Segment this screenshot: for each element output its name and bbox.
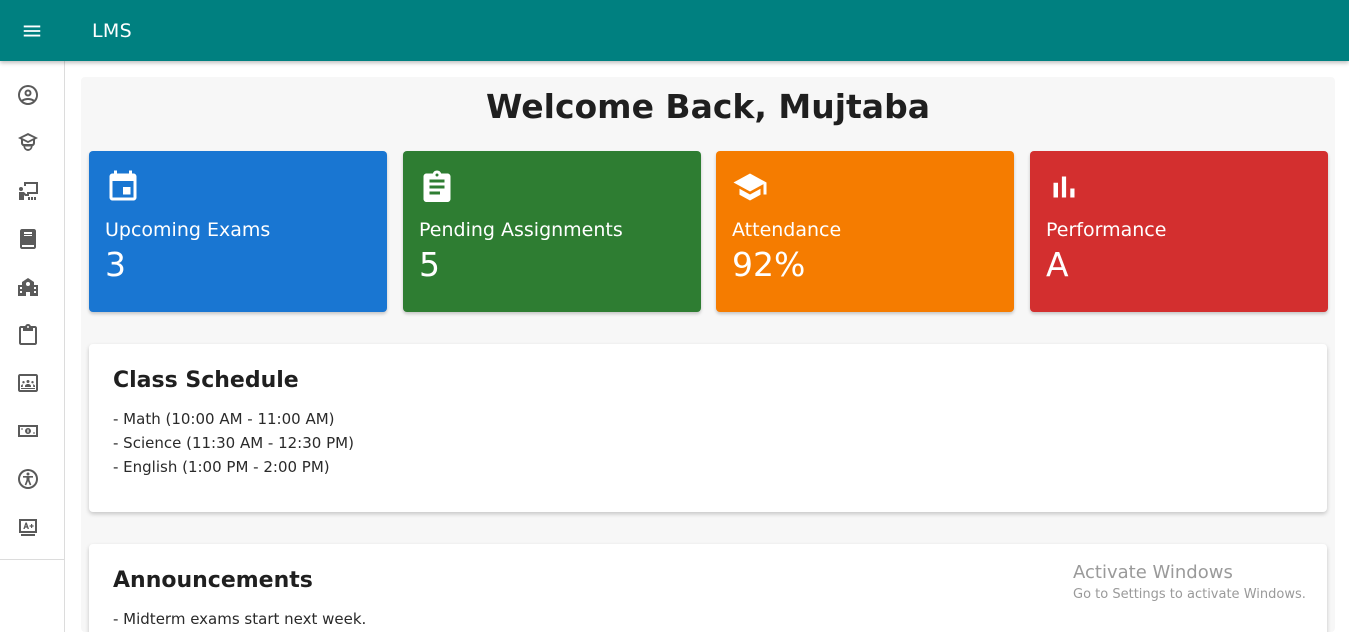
bar-chart-icon [1053, 176, 1075, 198]
stat-cards: Upcoming Exams 3 Pending Assignments 5 A… [89, 151, 1328, 312]
stat-label: Attendance [732, 219, 842, 241]
list-item: - English (1:00 PM - 2:00 PM) [113, 458, 330, 476]
stat-label: Pending Assignments [419, 219, 623, 241]
stat-label: Upcoming Exams [105, 219, 271, 241]
main-content: Welcome Back, Mujtaba Upcoming Exams 3 P… [81, 77, 1335, 632]
schedule-list: - Math (10:00 AM - 11:00 AM) - Science (… [113, 407, 1303, 479]
list-item: - Science (11:30 AM - 12:30 PM) [113, 434, 354, 452]
accessibility-icon [18, 469, 38, 489]
sidebar-item-assignments[interactable] [0, 311, 64, 359]
class-schedule-panel: Class Schedule - Math (10:00 AM - 11:00 … [89, 344, 1327, 512]
stat-value: 3 [105, 245, 126, 284]
school-icon [733, 173, 767, 201]
watermark-subtitle: Go to Settings to activate Windows. [1073, 587, 1306, 602]
assignment-icon [423, 170, 451, 202]
page-title: Welcome Back, Mujtaba [486, 87, 930, 126]
sidebar-item-grades[interactable] [0, 503, 64, 551]
menu-button[interactable] [0, 0, 64, 61]
announcement-list: - Midterm exams start next week. [113, 607, 1303, 631]
menu-icon [23, 25, 41, 36]
people-board-icon [18, 374, 38, 392]
sidebar-item-attendance[interactable] [0, 359, 64, 407]
watermark-title: Activate Windows [1073, 562, 1233, 583]
money-icon [18, 425, 38, 437]
book-icon [20, 229, 36, 249]
sidebar-item-profile[interactable] [0, 71, 64, 119]
school-cap-icon [18, 133, 38, 151]
classroom-icon [19, 182, 38, 200]
stat-card-pending-assignments[interactable]: Pending Assignments 5 [403, 151, 701, 312]
sidebar-item-courses[interactable] [0, 215, 64, 263]
stat-card-upcoming-exams[interactable]: Upcoming Exams 3 [89, 151, 387, 312]
building-icon [18, 278, 38, 296]
sidebar-item-classes[interactable] [0, 167, 64, 215]
list-item: - Math (10:00 AM - 11:00 AM) [113, 410, 335, 428]
sidebar-item-accessibility[interactable] [0, 455, 64, 503]
account-circle-icon [18, 85, 38, 105]
grade-icon [19, 519, 37, 536]
sidebar [0, 61, 65, 632]
stat-value: A [1046, 245, 1069, 284]
stat-label: Performance [1046, 219, 1167, 241]
clipboard-icon [19, 324, 37, 345]
panel-title: Class Schedule [113, 368, 299, 393]
stat-value: 5 [419, 245, 440, 284]
calendar-icon [109, 170, 137, 201]
activation-watermark: Activate Windows Go to Settings to activ… [1073, 562, 1306, 602]
sidebar-item-students[interactable] [0, 119, 64, 167]
sidebar-list [0, 61, 64, 560]
app-bar: LMS [0, 0, 1349, 61]
stat-card-attendance[interactable]: Attendance 92% [716, 151, 1014, 312]
list-item: - Midterm exams start next week. [113, 610, 367, 628]
stat-value: 92% [732, 245, 806, 284]
app-title: LMS [92, 19, 132, 42]
stat-card-performance[interactable]: Performance A [1030, 151, 1328, 312]
sidebar-item-institution[interactable] [0, 263, 64, 311]
sidebar-item-fees[interactable] [0, 407, 64, 455]
